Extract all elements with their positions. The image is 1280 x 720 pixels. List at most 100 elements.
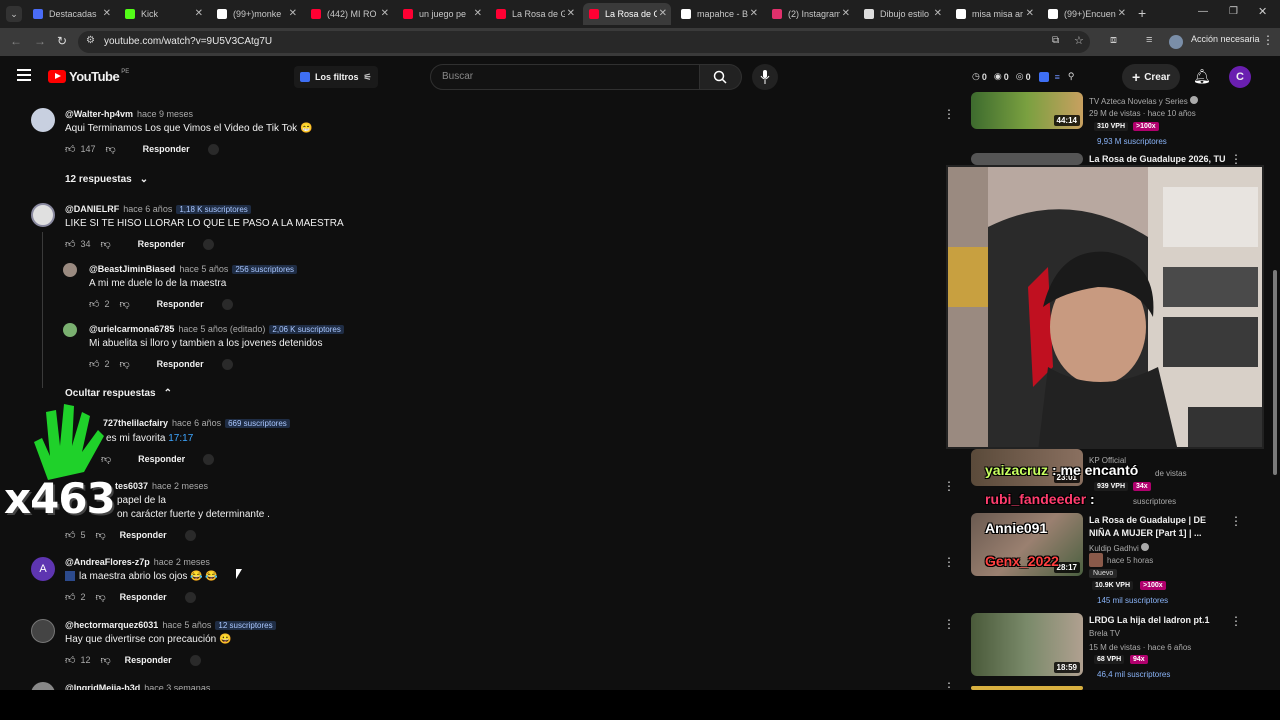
thumbs-up-icon[interactable]: 👍︎ [65, 591, 75, 603]
tab-close-icon[interactable]: ✕ [934, 8, 942, 19]
page-scrollbar[interactable] [1272, 60, 1278, 688]
thumbs-down-icon[interactable]: 👎︎ [95, 529, 105, 541]
thumbs-down-icon[interactable]: 👎︎ [119, 298, 129, 310]
more-options-icon[interactable]: ⋮ [943, 555, 955, 569]
tab-close-icon[interactable]: ✕ [750, 8, 758, 19]
voice-search-button[interactable] [752, 64, 778, 90]
more-options-icon[interactable]: ⋮ [1230, 514, 1242, 528]
extensions-icon[interactable]: ⧈ [1110, 34, 1117, 47]
channel-name[interactable]: Brela TV [1089, 629, 1120, 638]
reply-button[interactable]: Responder [125, 655, 172, 665]
browser-tab[interactable]: Kick ✕ [119, 3, 207, 25]
browser-tab[interactable]: (99+)monke ✕ [211, 3, 301, 25]
tab-close-icon[interactable]: ✕ [381, 8, 389, 19]
browser-tab[interactable]: (99+)Encuen ✕ [1042, 3, 1130, 25]
video-thumbnail[interactable]: 44:14 [971, 92, 1083, 129]
thumbs-down-icon[interactable]: 👎︎ [95, 591, 105, 603]
search-button[interactable] [700, 64, 742, 90]
thumbs-up-icon[interactable]: 👍︎ [65, 529, 75, 541]
video-title-line-2[interactable]: NIÑA A MUJER [Part 1] | ... [1089, 527, 1202, 540]
tab-close-icon[interactable]: ✕ [103, 8, 111, 19]
url-text[interactable]: youtube.com/watch?v=9U5V3CAtg7U [104, 36, 272, 47]
tab-close-icon[interactable]: ✕ [1026, 8, 1034, 19]
extension-badge-icon[interactable] [1038, 71, 1049, 82]
thumbs-up-icon[interactable]: 👍︎ [89, 298, 99, 310]
video-thumbnail[interactable]: 18:59 [971, 613, 1083, 676]
filters-button[interactable]: Los filtros ⚟ [294, 66, 378, 88]
new-tab-button[interactable]: + [1138, 5, 1146, 21]
video-thumbnail[interactable] [971, 153, 1083, 165]
action-needed-button[interactable]: Acción necesaria [1191, 34, 1260, 44]
forward-icon[interactable]: → [34, 34, 46, 48]
tab-close-icon[interactable]: ✕ [1118, 8, 1126, 19]
comment-time[interactable]: hace 9 meses [137, 109, 193, 119]
more-options-icon[interactable]: ⋮ [943, 107, 955, 121]
comment-author[interactable]: @urielcarmona6785 [89, 324, 174, 334]
comment-time[interactable]: hace 5 años [162, 620, 211, 630]
tab-close-icon[interactable]: ✕ [195, 8, 203, 19]
thumbs-up-icon[interactable]: 👍︎ [65, 654, 75, 666]
thumbs-down-icon[interactable]: 👎︎ [100, 238, 110, 250]
thumbs-down-icon[interactable]: 👎︎ [105, 143, 115, 155]
account-avatar[interactable]: C [1229, 66, 1251, 88]
avatar[interactable] [31, 619, 55, 643]
browser-tab[interactable]: Dibujo estilo ✕ [858, 3, 946, 25]
channel-name[interactable]: TV Azteca Novelas y Series [1089, 96, 1198, 106]
profile-avatar[interactable] [1169, 35, 1183, 49]
channel-name[interactable]: Kuldip Gadhvi [1089, 543, 1150, 553]
tab-close-icon[interactable]: ✕ [474, 8, 482, 19]
reply-button[interactable]: Responder [120, 592, 167, 602]
comment-author[interactable]: @hectormarquez6031 [65, 620, 158, 630]
browser-tab[interactable]: (442) MI RO ✕ [305, 3, 393, 25]
browser-tab[interactable]: mapahce - B ✕ [675, 3, 762, 25]
show-replies-button[interactable]: 12 respuestas ⌄ [65, 174, 148, 185]
comment-time[interactable]: hace 6 años [172, 418, 221, 428]
browser-tab[interactable]: (2) Instagram ✕ [766, 3, 854, 25]
search-input[interactable]: Buscar [430, 64, 700, 90]
more-options-icon[interactable]: ⋮ [1230, 614, 1242, 628]
maximize-button[interactable]: ❐ [1229, 6, 1238, 17]
thumbs-down-icon[interactable]: 👎︎ [100, 654, 110, 666]
thumbs-up-icon[interactable]: 👍︎ [89, 358, 99, 370]
avatar[interactable] [31, 203, 55, 227]
reply-button[interactable]: Responder [157, 299, 204, 309]
close-window-button[interactable]: ✕ [1258, 5, 1267, 18]
browser-tab[interactable]: La Rosa de G ✕ [583, 3, 671, 25]
bookmark-star-icon[interactable]: ☆ [1074, 34, 1084, 47]
pin-icon[interactable]: ⚲ [1068, 71, 1075, 82]
thumbs-up-icon[interactable]: 👍︎ [65, 238, 75, 250]
install-app-icon[interactable]: ⧉ [1052, 35, 1059, 46]
filter-lines-icon[interactable]: ≡ [1055, 72, 1060, 82]
reload-icon[interactable]: ↻ [57, 34, 67, 48]
hide-replies-button[interactable]: Ocultar respuestas ⌃ [65, 388, 172, 399]
back-icon[interactable]: ← [10, 34, 22, 48]
avatar[interactable]: A [31, 557, 55, 581]
address-bar[interactable]: ⚙ youtube.com/watch?v=9U5V3CAtg7U ⧉ ☆ [78, 31, 1090, 53]
youtube-logo[interactable]: YouTube PE [48, 69, 129, 84]
avatar[interactable] [63, 323, 77, 337]
hamburger-menu-icon[interactable] [17, 69, 31, 81]
tab-close-icon[interactable]: ✕ [567, 8, 575, 19]
avatar[interactable] [63, 263, 77, 277]
more-options-icon[interactable]: ⋮ [1230, 152, 1242, 166]
tab-close-icon[interactable]: ✕ [842, 8, 850, 19]
reply-button[interactable]: Responder [143, 144, 190, 154]
comment-time[interactable]: hace 6 años [123, 204, 172, 214]
thumbs-down-icon[interactable]: 👎︎ [119, 358, 129, 370]
video-timestamp-link[interactable]: 17:17 [168, 433, 193, 444]
comment-author[interactable]: tes6037 [115, 481, 148, 491]
video-title[interactable]: LRDG La hija del ladron pt.1 [1089, 614, 1210, 627]
site-info-icon[interactable]: ⚙ [86, 35, 95, 46]
tab-close-icon[interactable]: ✕ [659, 8, 667, 19]
comment-author[interactable]: @DANIELRF [65, 204, 119, 214]
comment-time[interactable]: hace 5 años (editado) [178, 324, 265, 334]
reply-button[interactable]: Responder [120, 530, 167, 540]
comment-author[interactable]: 727thelilacfairy [103, 418, 168, 428]
reply-button[interactable]: Responder [138, 454, 185, 464]
channel-avatar[interactable] [1089, 553, 1103, 567]
comment-author[interactable]: @Walter-hp4vm [65, 109, 133, 119]
tab-search-button[interactable]: ⌄ [6, 6, 22, 22]
avatar[interactable] [31, 108, 55, 132]
browser-tab[interactable]: un juego pe ✕ [397, 3, 486, 25]
more-options-icon[interactable]: ⋮ [943, 617, 955, 631]
